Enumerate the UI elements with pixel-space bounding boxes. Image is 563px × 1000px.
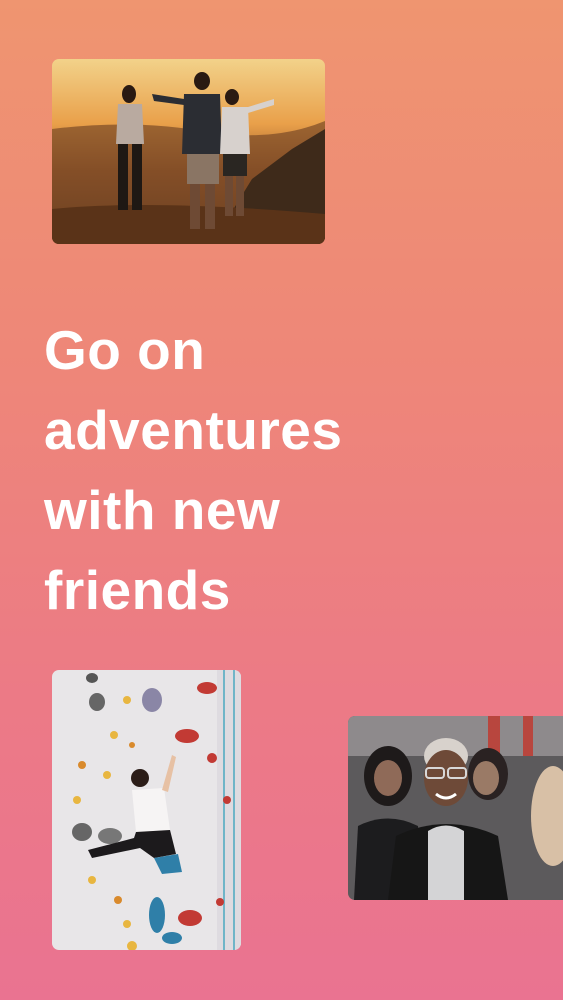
rock-climbing-photo [52,670,241,950]
headline-line-1: Go on [44,319,206,381]
headline-line-4: friends [44,559,231,621]
sunset-friends-photo [52,59,325,244]
headline-line-3: with new [44,479,281,541]
laughing-friends-photo [348,716,563,900]
headline: Go on adventures with new friends [44,310,464,630]
headline-line-2: adventures [44,399,343,461]
